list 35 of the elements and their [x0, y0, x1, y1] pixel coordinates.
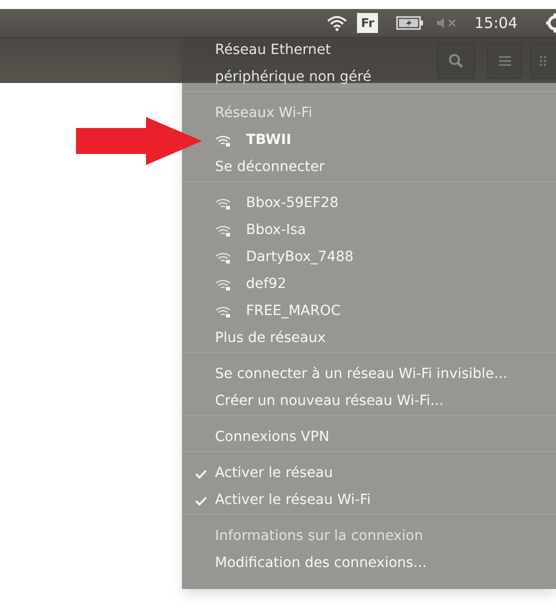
- menu-item[interactable]: Connexions VPN: [215, 424, 330, 451]
- keyboard-layout-indicator[interactable]: Fr: [357, 13, 378, 33]
- menu-item[interactable]: Plus de réseaux: [215, 325, 326, 352]
- wifi-lock-icon: [215, 134, 231, 146]
- wifi-lock-icon: [215, 252, 231, 264]
- search-icon: [448, 52, 464, 68]
- grid-icon: [539, 54, 548, 66]
- gear-icon[interactable]: [545, 13, 556, 33]
- wifi-network-item[interactable]: DartyBox_7488: [215, 244, 354, 271]
- grid-view-button[interactable]: [530, 42, 556, 78]
- toggle-menu-item[interactable]: Activer le réseau Wi-Fi: [215, 487, 371, 514]
- clock[interactable]: 15:04: [474, 14, 518, 32]
- wifi-lock-icon: [215, 306, 231, 318]
- menu-item[interactable]: Créer un nouveau réseau Wi-Fi...: [215, 388, 444, 415]
- wifi-lock-icon: [215, 198, 231, 210]
- menu-item[interactable]: Modification des connexions...: [215, 550, 427, 577]
- wifi-lock-icon: [215, 224, 231, 236]
- toggle-menu-item[interactable]: Activer le réseau: [215, 460, 333, 487]
- wifi-network-item[interactable]: FREE_MAROC: [215, 298, 341, 325]
- wifi-network-item[interactable]: Bbox-Isa: [215, 217, 306, 244]
- list-view-button[interactable]: [487, 42, 522, 78]
- wifi-network-item[interactable]: Bbox-59EF28: [215, 190, 338, 217]
- muted-speaker-icon[interactable]: [436, 17, 458, 29]
- wifi-network-item[interactable]: TBWII: [215, 127, 292, 154]
- section-header: Réseau Ethernet: [215, 41, 331, 60]
- section-header: Réseaux Wi-Fi: [215, 104, 312, 123]
- wifi-network-item[interactable]: def92: [215, 271, 286, 298]
- section-header: périphérique non géré: [215, 68, 372, 87]
- wifi-icon[interactable]: [327, 15, 347, 31]
- menu-item[interactable]: Se connecter à un réseau Wi-Fi invisible...: [215, 361, 508, 388]
- menu-icon: [498, 54, 512, 66]
- battery-icon[interactable]: [396, 16, 424, 30]
- wifi-lock-icon: [215, 278, 231, 290]
- menu-item[interactable]: Se déconnecter: [215, 154, 325, 181]
- search-button[interactable]: [437, 42, 476, 78]
